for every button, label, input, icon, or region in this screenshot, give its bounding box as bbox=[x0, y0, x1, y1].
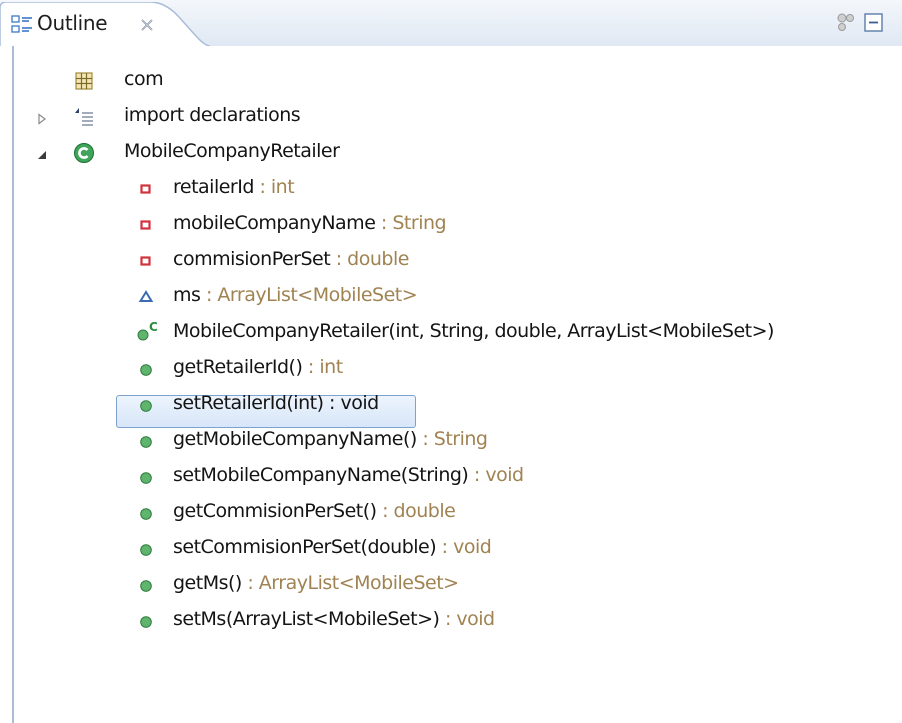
public-method-icon bbox=[135, 430, 157, 456]
svg-text:C: C bbox=[149, 322, 158, 334]
outline-view: Outline com import declarations MobileCo… bbox=[0, 0, 902, 723]
collapse-all-icon[interactable] bbox=[864, 13, 884, 37]
tree-item-label: getRetailerId() : int bbox=[173, 356, 343, 378]
element-name: mobileCompanyName bbox=[173, 212, 376, 234]
element-type: : int bbox=[302, 356, 343, 378]
element-type: : void bbox=[436, 536, 492, 558]
default-field-icon bbox=[135, 286, 157, 312]
tree-item[interactable]: commisionPerSet : double bbox=[0, 243, 902, 279]
tree-item-label: getMs() : ArrayList<MobileSet> bbox=[173, 572, 459, 594]
element-name: setCommisionPerSet(double) bbox=[173, 536, 437, 558]
public-method-icon bbox=[135, 358, 157, 384]
public-method-icon bbox=[135, 610, 157, 636]
tree-item[interactable]: getMobileCompanyName() : String bbox=[0, 423, 902, 459]
tree-item[interactable]: ms : ArrayList<MobileSet> bbox=[0, 279, 902, 315]
tree-item[interactable]: setMobileCompanyName(String) : void bbox=[0, 459, 902, 495]
class-icon bbox=[73, 142, 95, 168]
tab-title: Outline bbox=[37, 11, 108, 35]
tree-item-label: com bbox=[124, 68, 164, 90]
tree-item[interactable]: setCommisionPerSet(double) : void bbox=[0, 531, 902, 567]
tree-item[interactable]: C MobileCompanyRetailer(int, String, doub… bbox=[0, 315, 902, 351]
private-field-icon bbox=[135, 214, 157, 240]
private-field-icon bbox=[135, 178, 157, 204]
imports-icon bbox=[73, 106, 95, 132]
tree-item[interactable]: getCommisionPerSet() : double bbox=[0, 495, 902, 531]
element-type: : ArrayList<MobileSet> bbox=[200, 284, 418, 306]
tree-item-label: MobileCompanyRetailer(int, String, doubl… bbox=[173, 320, 774, 342]
tree-item-label: import declarations bbox=[124, 104, 301, 126]
element-name: setRetailerId(int) : void bbox=[173, 392, 379, 414]
package-icon bbox=[73, 70, 95, 96]
tree-item-label: MobileCompanyRetailer bbox=[124, 140, 340, 162]
element-name: setMobileCompanyName(String) bbox=[173, 464, 469, 486]
tree-item[interactable]: getRetailerId() : int bbox=[0, 351, 902, 387]
tree-item-label: setMs(ArrayList<MobileSet>) : void bbox=[173, 608, 495, 630]
tree-item-label: getCommisionPerSet() : double bbox=[173, 500, 456, 522]
element-name: getCommisionPerSet() bbox=[173, 500, 377, 522]
tree-item-label: retailerId : int bbox=[173, 176, 295, 198]
close-icon[interactable] bbox=[140, 17, 154, 36]
element-name: commisionPerSet bbox=[173, 248, 331, 270]
public-method-icon bbox=[135, 574, 157, 600]
element-name: MobileCompanyRetailer(int, String, doubl… bbox=[173, 320, 774, 342]
tree-item[interactable]: import declarations bbox=[0, 99, 902, 135]
expanded-twisty-icon[interactable] bbox=[36, 146, 48, 165]
public-method-icon bbox=[135, 466, 157, 492]
tree-item[interactable]: mobileCompanyName : String bbox=[0, 207, 902, 243]
element-name: getMobileCompanyName() bbox=[173, 428, 417, 450]
element-name: import declarations bbox=[124, 104, 301, 126]
element-name: getMs() bbox=[173, 572, 242, 594]
element-type: : String bbox=[416, 428, 488, 450]
public-method-icon bbox=[135, 502, 157, 528]
tree-item-label: setRetailerId(int) : void bbox=[173, 392, 379, 414]
element-name: setMs(ArrayList<MobileSet>) bbox=[173, 608, 440, 630]
tree-item-label: ms : ArrayList<MobileSet> bbox=[173, 284, 418, 306]
tree-item-label: getMobileCompanyName() : String bbox=[173, 428, 488, 450]
constructor-icon: C bbox=[135, 320, 163, 348]
tree-item[interactable]: getMs() : ArrayList<MobileSet> bbox=[0, 567, 902, 603]
tree-item-label: commisionPerSet : double bbox=[173, 248, 409, 270]
tree-item-label: setCommisionPerSet(double) : void bbox=[173, 536, 492, 558]
element-type: : double bbox=[376, 500, 456, 522]
private-field-icon bbox=[135, 250, 157, 276]
tree-item[interactable]: MobileCompanyRetailer bbox=[0, 135, 902, 171]
tree-item-label: setMobileCompanyName(String) : void bbox=[173, 464, 524, 486]
tree-item[interactable]: com bbox=[0, 63, 902, 99]
element-type: : void bbox=[468, 464, 524, 486]
element-type: : void bbox=[439, 608, 495, 630]
outline-icon bbox=[11, 15, 33, 39]
public-method-icon bbox=[135, 394, 157, 420]
element-name: getRetailerId() bbox=[173, 356, 303, 378]
element-type: : String bbox=[375, 212, 447, 234]
tree-item[interactable]: retailerId : int bbox=[0, 171, 902, 207]
view-tab-bar: Outline bbox=[0, 0, 902, 46]
sort-members-icon[interactable] bbox=[836, 12, 856, 36]
public-method-icon bbox=[135, 538, 157, 564]
element-name: MobileCompanyRetailer bbox=[124, 140, 340, 162]
tree-item-label: mobileCompanyName : String bbox=[173, 212, 447, 234]
tab-outline[interactable]: Outline bbox=[0, 2, 210, 46]
element-name: ms bbox=[173, 284, 201, 306]
element-type: : ArrayList<MobileSet> bbox=[241, 572, 459, 594]
element-name: retailerId bbox=[173, 176, 254, 198]
element-name: com bbox=[124, 68, 164, 90]
element-type: : double bbox=[330, 248, 410, 270]
tree-item[interactable]: setRetailerId(int) : void bbox=[0, 387, 902, 423]
tree-item[interactable]: setMs(ArrayList<MobileSet>) : void bbox=[0, 603, 902, 639]
collapsed-twisty-icon[interactable] bbox=[36, 110, 48, 129]
element-type: : int bbox=[253, 176, 295, 198]
